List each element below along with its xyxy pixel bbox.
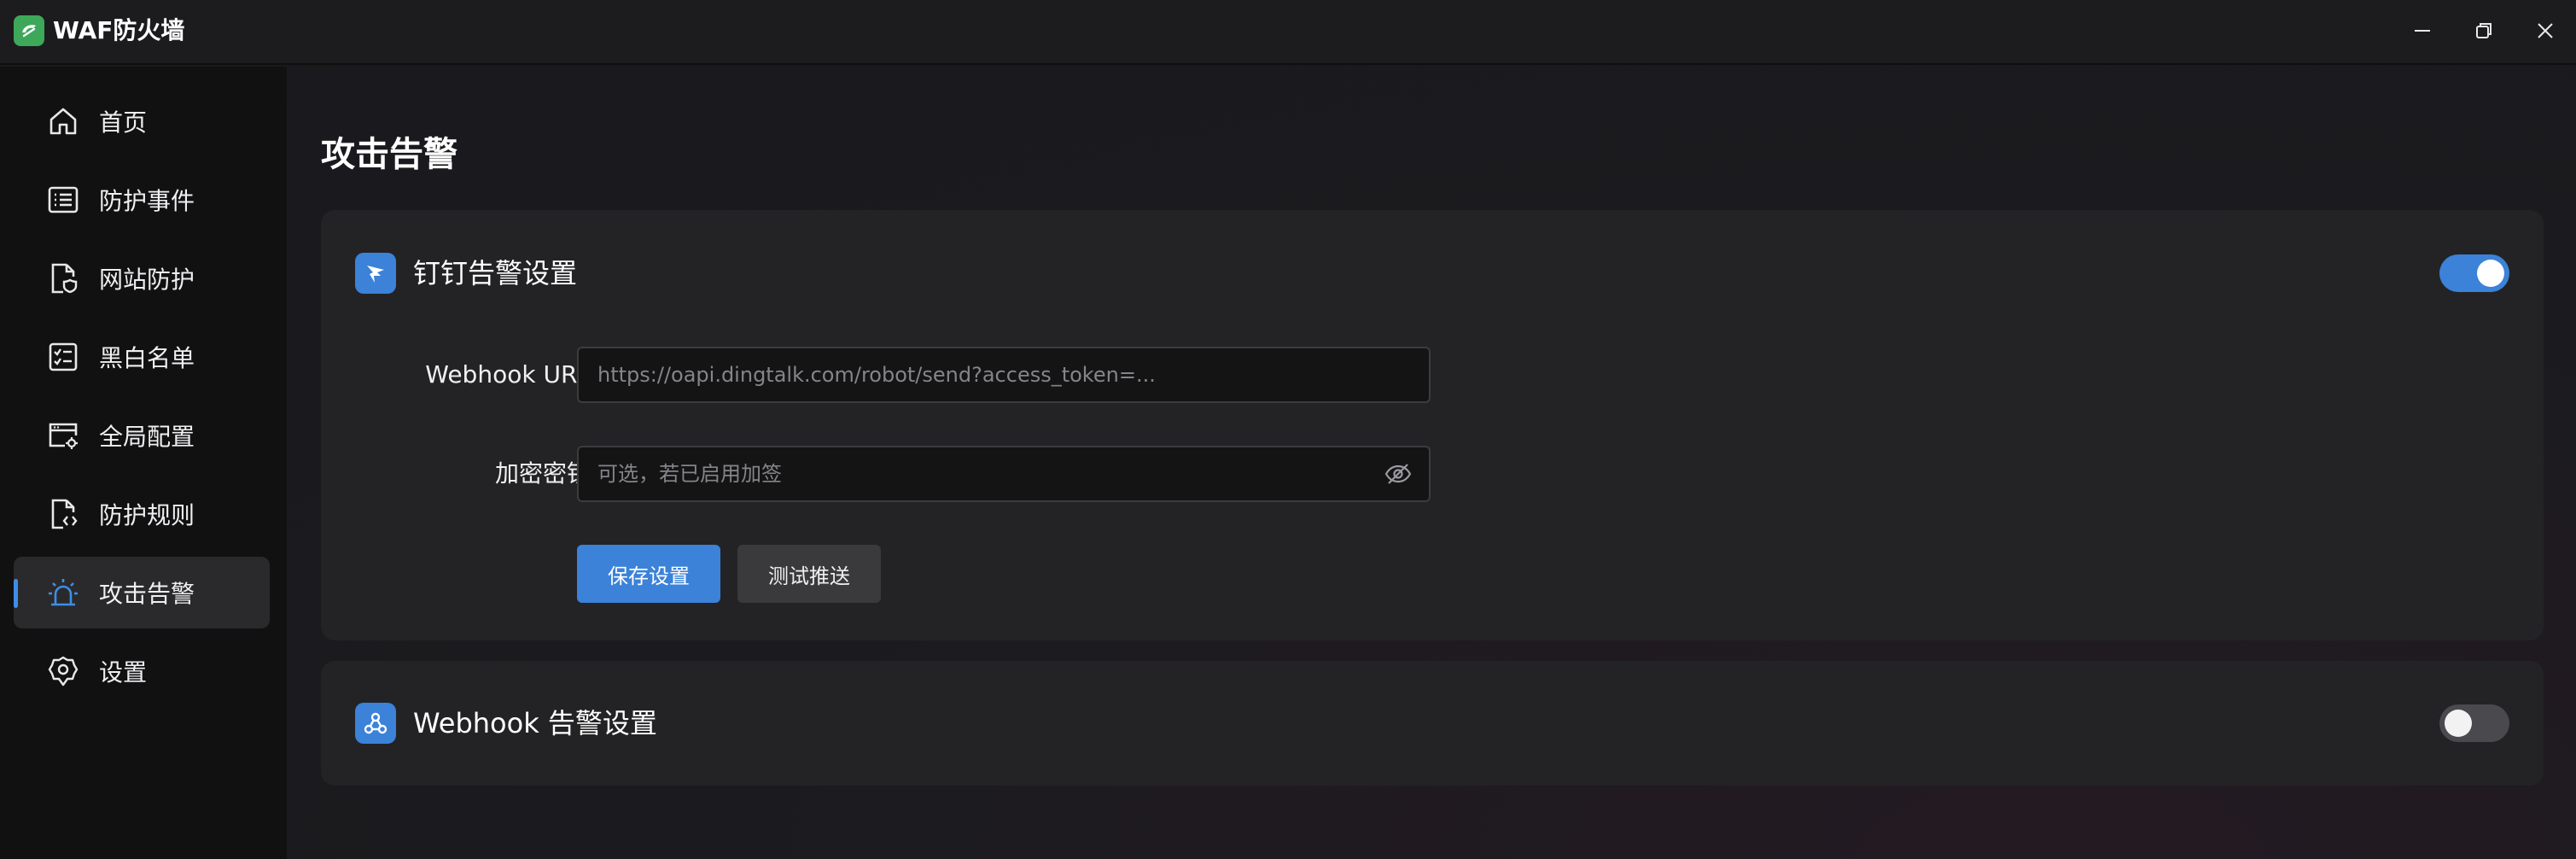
eye-off-icon[interactable] [1381, 457, 1415, 491]
home-icon [46, 104, 80, 138]
sidebar-item-global-config[interactable]: 全局配置 [14, 400, 270, 471]
dingtalk-alert-card: 钉钉告警设置 Webhook URL 加密密钥 保存设置 测试推送 [321, 210, 2544, 640]
minimize-icon [2415, 30, 2430, 32]
page-title: 攻击告警 [321, 135, 458, 174]
dingtalk-icon [355, 253, 396, 294]
close-button[interactable] [2525, 12, 2566, 50]
title-bar: WAF防火墙 [0, 0, 2576, 65]
site-shield-icon [46, 261, 80, 295]
sidebar: 首页 防护事件 网站防护 黑白名单 全局配置 防护规则 攻击告警 设置 [0, 67, 287, 859]
sidebar-item-settings[interactable]: 设置 [14, 635, 270, 707]
webhook-url-input[interactable] [577, 347, 1431, 403]
webhook-alert-card: Webhook 告警设置 [321, 661, 2544, 786]
sidebar-item-site-protection[interactable]: 网站防护 [14, 243, 270, 314]
webhook-url-label: Webhook URL [425, 360, 591, 389]
dingtalk-enable-toggle[interactable] [2439, 254, 2509, 292]
toggle-knob [2445, 710, 2472, 737]
sidebar-item-attack-alerts[interactable]: 攻击告警 [14, 557, 270, 628]
dingtalk-card-title: 钉钉告警设置 [413, 257, 578, 289]
secret-key-label: 加密密钥 [494, 459, 591, 488]
config-icon [46, 418, 80, 453]
sidebar-item-home[interactable]: 首页 [14, 85, 270, 157]
sidebar-item-events[interactable]: 防护事件 [14, 164, 270, 236]
maximize-button[interactable] [2463, 12, 2504, 50]
sidebar-item-label: 攻击告警 [99, 580, 195, 608]
sidebar-item-label: 网站防护 [99, 266, 195, 294]
webhook-enable-toggle[interactable] [2439, 704, 2509, 742]
sidebar-item-label: 黑白名单 [99, 344, 195, 372]
sidebar-item-protection-rules[interactable]: 防护规则 [14, 478, 270, 550]
sidebar-item-label: 设置 [99, 658, 148, 687]
secret-key-input[interactable] [577, 446, 1431, 502]
checklist-icon [46, 340, 80, 374]
app-window: WAF防火墙 首页 防护事件 网站防护 黑白名单 全局配置 防护规则 攻击告警 … [0, 0, 2576, 859]
webhook-icon [355, 703, 396, 744]
minimize-button[interactable] [2402, 12, 2443, 50]
close-icon [2538, 23, 2553, 38]
alarm-icon [46, 576, 80, 610]
restore-icon [2476, 23, 2491, 38]
sidebar-item-label: 首页 [99, 108, 148, 137]
sidebar-item-label: 全局配置 [99, 423, 195, 451]
test-push-button[interactable]: 测试推送 [737, 545, 881, 603]
toggle-knob [2477, 260, 2504, 287]
list-icon [46, 183, 80, 217]
sidebar-item-blackwhite-list[interactable]: 黑白名单 [14, 321, 270, 393]
sidebar-item-label: 防护规则 [99, 501, 195, 529]
sidebar-item-label: 防护事件 [99, 187, 195, 215]
app-title: WAF防火墙 [53, 16, 185, 44]
app-logo-icon [14, 15, 44, 46]
webhook-card-title: Webhook 告警设置 [413, 707, 657, 739]
gear-icon [46, 654, 80, 688]
rule-file-icon [46, 497, 80, 531]
save-settings-button[interactable]: 保存设置 [577, 545, 720, 603]
